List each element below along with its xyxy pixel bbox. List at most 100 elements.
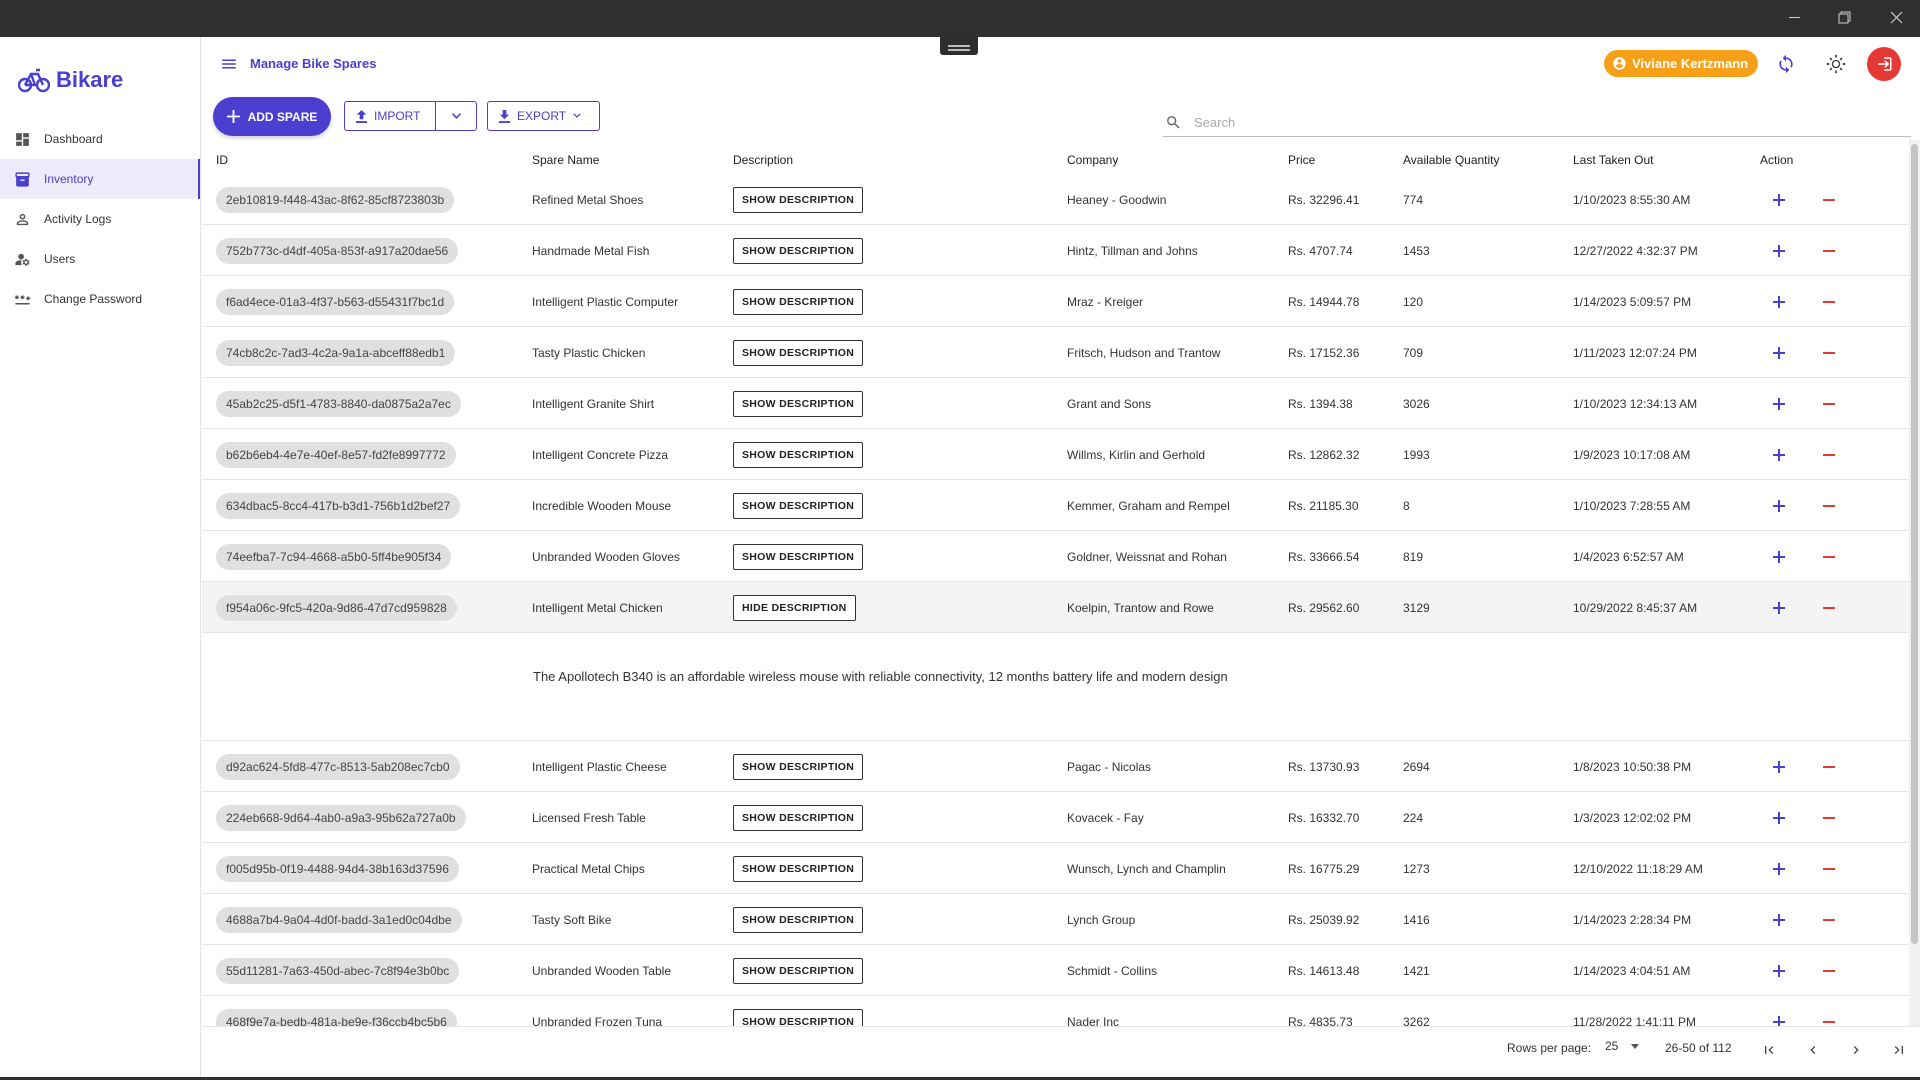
sidebar-item-users[interactable]: Users: [0, 239, 200, 279]
id-chip[interactable]: 4688a7b4-9a04-4d0f-badd-3a1ed0c04dbe: [216, 906, 462, 933]
table-row[interactable]: 74cb8c2c-7ad3-4c2a-9a1a-abceff88edb1 Tast…: [202, 327, 1909, 378]
show-description-button[interactable]: SHOW DESCRIPTION: [733, 186, 864, 213]
remove-quantity-icon[interactable]: [1817, 857, 1841, 881]
show-description-button[interactable]: SHOW DESCRIPTION: [733, 906, 864, 933]
table-row[interactable]: 224eb668-9d64-4ab0-a9a3-95b62a727a0b Lice…: [202, 792, 1909, 843]
remove-quantity-icon[interactable]: [1817, 239, 1841, 263]
vertical-scrollbar[interactable]: [1909, 140, 1920, 1026]
id-chip[interactable]: f954a06c-9fc5-420a-9d86-47d7cd959828: [216, 594, 457, 621]
restore-icon[interactable]: [1820, 0, 1868, 34]
column-header-quantity[interactable]: Available Quantity: [1403, 153, 1500, 167]
show-description-button[interactable]: SHOW DESCRIPTION: [733, 339, 864, 366]
id-chip[interactable]: 634dbac5-8cc4-417b-b3d1-756b1d2bef27: [216, 492, 461, 519]
table-row[interactable]: 634dbac5-8cc4-417b-b3d1-756b1d2bef27 Incr…: [202, 480, 1909, 531]
remove-quantity-icon[interactable]: [1817, 959, 1841, 983]
column-header-description[interactable]: Description: [733, 153, 793, 167]
sidebar-item-inventory[interactable]: Inventory: [0, 159, 200, 199]
hide-description-button[interactable]: HIDE DESCRIPTION: [733, 594, 856, 621]
show-description-button[interactable]: SHOW DESCRIPTION: [733, 543, 864, 570]
show-description-button[interactable]: SHOW DESCRIPTION: [733, 804, 864, 831]
table-row[interactable]: 752b773c-d4df-405a-853f-a917a20dae56 Hand…: [202, 225, 1909, 276]
add-quantity-icon[interactable]: [1767, 908, 1791, 932]
brand-logo[interactable]: Bikare: [18, 67, 123, 93]
id-chip[interactable]: 45ab2c25-d5f1-4783-8840-da0875a2a7ec: [216, 390, 461, 417]
table-row[interactable]: f005d95b-0f19-4488-94d4-38b163d37596 Prac…: [202, 843, 1909, 894]
sidebar-item-dashboard[interactable]: Dashboard: [0, 119, 200, 159]
remove-quantity-icon[interactable]: [1817, 806, 1841, 830]
close-icon[interactable]: [1872, 0, 1920, 34]
id-chip[interactable]: 2eb10819-f448-43ac-8f62-85cf8723803b: [216, 186, 455, 213]
add-quantity-icon[interactable]: [1767, 959, 1791, 983]
add-quantity-icon[interactable]: [1767, 392, 1791, 416]
brightness-icon[interactable]: [1824, 52, 1848, 76]
add-quantity-icon[interactable]: [1767, 494, 1791, 518]
column-header-company[interactable]: Company: [1067, 153, 1118, 167]
table-row[interactable]: 45ab2c25-d5f1-4783-8840-da0875a2a7ec Inte…: [202, 378, 1909, 429]
import-button[interactable]: IMPORT: [344, 101, 436, 131]
id-chip[interactable]: f005d95b-0f19-4488-94d4-38b163d37596: [216, 855, 459, 882]
add-spare-button[interactable]: ADD SPARE: [213, 97, 331, 136]
remove-quantity-icon[interactable]: [1817, 392, 1841, 416]
show-description-button[interactable]: SHOW DESCRIPTION: [733, 753, 864, 780]
remove-quantity-icon[interactable]: [1817, 545, 1841, 569]
table-row[interactable]: 74eefba7-7c94-4668-a5b0-5ff4be905f34 Unbr…: [202, 531, 1909, 582]
remove-quantity-icon[interactable]: [1817, 596, 1841, 620]
id-chip[interactable]: 468f9e7a-bedb-481a-be9e-f36ccb4bc5b6: [216, 1008, 457, 1026]
remove-quantity-icon[interactable]: [1817, 908, 1841, 932]
add-quantity-icon[interactable]: [1767, 443, 1791, 467]
table-row[interactable]: d92ac624-5fd8-477c-8513-5ab208ec7cb0 Inte…: [202, 741, 1909, 792]
id-chip[interactable]: 224eb668-9d64-4ab0-a9a3-95b62a727a0b: [216, 804, 466, 831]
show-description-button[interactable]: SHOW DESCRIPTION: [733, 390, 864, 417]
add-quantity-icon[interactable]: [1767, 341, 1791, 365]
id-chip[interactable]: b62b6eb4-4e7e-40ef-8e57-fd2fe8997772: [216, 441, 456, 468]
id-chip[interactable]: 74cb8c2c-7ad3-4c2a-9a1a-abceff88edb1: [216, 339, 456, 366]
column-header-id[interactable]: ID: [216, 153, 228, 167]
first-page-icon[interactable]: [1755, 1036, 1783, 1064]
minimize-icon[interactable]: [1770, 0, 1818, 34]
remove-quantity-icon[interactable]: [1817, 1010, 1841, 1027]
show-description-button[interactable]: SHOW DESCRIPTION: [733, 957, 864, 984]
refresh-icon[interactable]: [1774, 52, 1798, 76]
add-quantity-icon[interactable]: [1767, 806, 1791, 830]
show-description-button[interactable]: SHOW DESCRIPTION: [733, 237, 864, 264]
remove-quantity-icon[interactable]: [1817, 188, 1841, 212]
next-page-icon[interactable]: [1842, 1036, 1870, 1064]
last-page-icon[interactable]: [1885, 1036, 1913, 1064]
show-description-button[interactable]: SHOW DESCRIPTION: [733, 441, 864, 468]
sidebar-item-change-password[interactable]: Change Password: [0, 279, 200, 319]
id-chip[interactable]: 74eefba7-7c94-4668-a5b0-5ff4be905f34: [216, 543, 452, 570]
export-button[interactable]: EXPORT: [487, 101, 600, 131]
add-quantity-icon[interactable]: [1767, 290, 1791, 314]
add-quantity-icon[interactable]: [1767, 545, 1791, 569]
table-row[interactable]: f954a06c-9fc5-420a-9d86-47d7cd959828 Inte…: [202, 582, 1909, 633]
id-chip[interactable]: 55d11281-7a63-450d-abec-7c8f94e3b0bc: [216, 957, 460, 984]
column-header-name[interactable]: Spare Name: [532, 153, 599, 167]
column-header-price[interactable]: Price: [1288, 153, 1315, 167]
add-quantity-icon[interactable]: [1767, 188, 1791, 212]
show-description-button[interactable]: SHOW DESCRIPTION: [733, 288, 864, 315]
search-input[interactable]: [1194, 115, 1874, 130]
rows-per-page-select[interactable]: 25: [1605, 1039, 1640, 1053]
logout-button[interactable]: [1867, 47, 1901, 81]
sidebar-item-activity-logs[interactable]: Activity Logs: [0, 199, 200, 239]
id-chip[interactable]: d92ac624-5fd8-477c-8513-5ab208ec7cb0: [216, 753, 460, 780]
table-row[interactable]: 4688a7b4-9a04-4d0f-badd-3a1ed0c04dbe Tast…: [202, 894, 1909, 945]
remove-quantity-icon[interactable]: [1817, 443, 1841, 467]
remove-quantity-icon[interactable]: [1817, 755, 1841, 779]
import-dropdown-button[interactable]: [435, 101, 477, 131]
table-row[interactable]: 468f9e7a-bedb-481a-be9e-f36ccb4bc5b6 Unbr…: [202, 996, 1909, 1026]
remove-quantity-icon[interactable]: [1817, 341, 1841, 365]
add-quantity-icon[interactable]: [1767, 1010, 1791, 1026]
show-description-button[interactable]: SHOW DESCRIPTION: [733, 855, 864, 882]
show-description-button[interactable]: SHOW DESCRIPTION: [733, 1008, 864, 1026]
show-description-button[interactable]: SHOW DESCRIPTION: [733, 492, 864, 519]
scrollbar-thumb[interactable]: [1911, 144, 1918, 944]
table-row[interactable]: b62b6eb4-4e7e-40ef-8e57-fd2fe8997772 Inte…: [202, 429, 1909, 480]
menu-icon[interactable]: [220, 55, 238, 73]
previous-page-icon[interactable]: [1799, 1036, 1827, 1064]
remove-quantity-icon[interactable]: [1817, 290, 1841, 314]
id-chip[interactable]: f6ad4ece-01a3-4f37-b563-d55431f7bc1d: [216, 288, 455, 315]
add-quantity-icon[interactable]: [1767, 239, 1791, 263]
table-row[interactable]: 55d11281-7a63-450d-abec-7c8f94e3b0bc Unbr…: [202, 945, 1909, 996]
remove-quantity-icon[interactable]: [1817, 494, 1841, 518]
